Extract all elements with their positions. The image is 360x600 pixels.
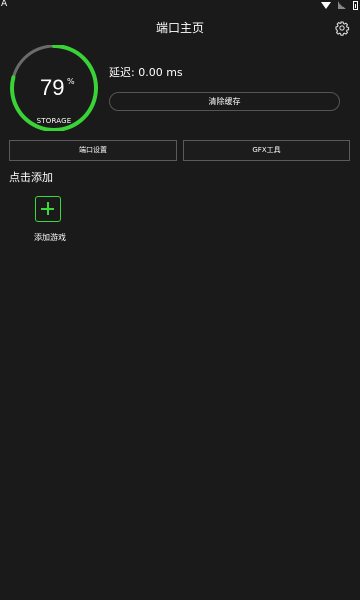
plus-icon[interactable] (35, 196, 61, 222)
battery-icon (353, 0, 358, 10)
storage-label: STORAGE (36, 117, 72, 125)
status-bar: A (0, 0, 360, 10)
wifi-icon (321, 1, 331, 9)
signal-icon (338, 1, 346, 9)
status-icons (321, 0, 358, 10)
clear-cache-button[interactable]: 清除缓存 (109, 92, 340, 111)
storage-value: 79 (40, 75, 65, 100)
port-settings-button[interactable]: 端口设置 (9, 140, 177, 161)
storage-gauge: 79 % STORAGE (8, 45, 100, 131)
page-title: 端口主页 (155, 21, 204, 35)
settings-button[interactable] (334, 20, 350, 36)
add-game-label: 添加游戏 (34, 233, 66, 242)
section-title: 点击添加 (9, 171, 53, 184)
gfx-tool-button[interactable]: GFX工具 (183, 140, 350, 161)
notification-icon: A (1, 0, 8, 9)
add-game-item[interactable]: 添加游戏 (26, 196, 74, 248)
latency-readout: 延迟: 0.00 ms (109, 66, 183, 79)
storage-unit: % (67, 77, 75, 86)
gear-icon (335, 21, 350, 36)
port-home-screen: A 端口主页 79 % STORAGE 延迟: 0.00 ms 清除缓存 端口设… (0, 0, 360, 600)
